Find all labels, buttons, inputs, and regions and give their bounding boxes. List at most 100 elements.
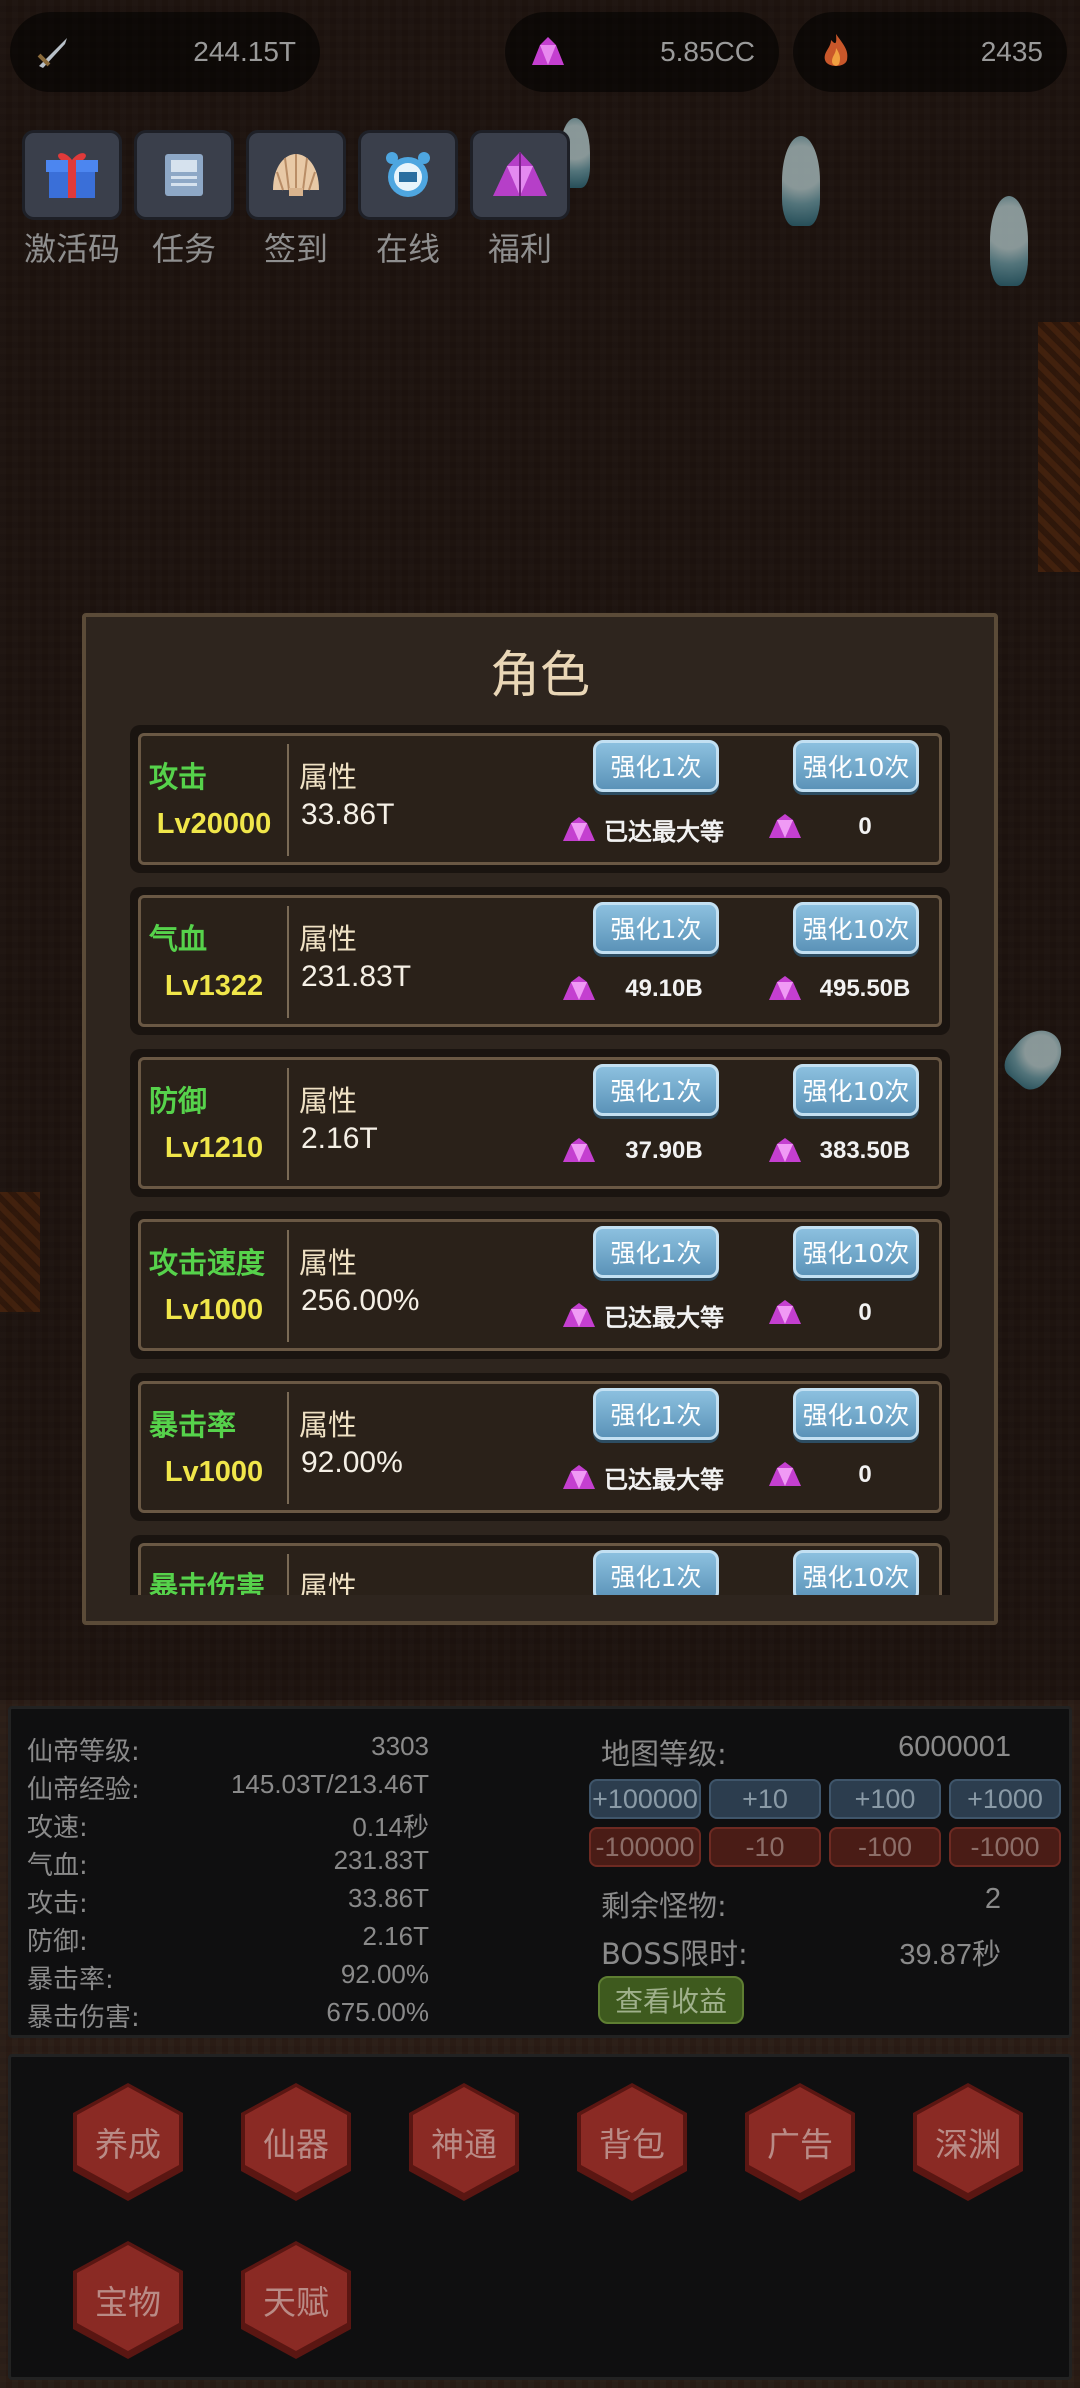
nav-cultivate-button[interactable]: 养成 [65, 2079, 191, 2205]
stat-value: 92.00% [340, 1959, 429, 1989]
checkin-button[interactable]: 签到 [246, 130, 346, 270]
nav-talent-button[interactable]: 天赋 [233, 2237, 359, 2363]
attribute-name: 攻击速度 [149, 1246, 266, 1280]
welfare-button[interactable]: 福利 [470, 130, 570, 270]
map-level-down-10-button[interactable]: -10 [709, 1827, 821, 1867]
upgrade-ten-button[interactable]: 强化10次 [793, 1064, 919, 1116]
shell-icon [246, 130, 346, 220]
upgrade-once-button[interactable]: 强化1次 [593, 740, 719, 792]
map-level-down-100000-button[interactable]: -100000 [589, 1827, 701, 1867]
upgrade-once-button[interactable]: 强化1次 [593, 1388, 719, 1440]
stat-label: 仙帝等级: [27, 1737, 140, 1767]
attribute-row-defense: 防御 Lv1210 属性 2.16T 强化1次 强化10次 37.90B 383… [130, 1049, 950, 1197]
map-level-up-100000-button[interactable]: +100000 [589, 1779, 701, 1819]
remaining-monsters-row: 剩余怪物: 2 [601, 1883, 1011, 1925]
stat-value: 231.83T [333, 1845, 429, 1875]
boss-timer-row: BOSS限时: 39.87秒 [601, 1931, 1011, 1973]
online-button[interactable]: 在线 [358, 130, 458, 270]
upgrade-ten-button[interactable]: 强化10次 [793, 740, 919, 792]
stat-row: 攻击: 33.86T [27, 1883, 429, 1920]
gem-icon [563, 1302, 595, 1327]
nav-label: 养成 [95, 2125, 161, 2164]
attribute-name: 暴击伤害 [149, 1570, 266, 1595]
nav-divine-power-button[interactable]: 神通 [401, 2079, 527, 2205]
upgrade-once-button[interactable]: 强化1次 [593, 1064, 719, 1116]
map-level-value: 6000001 [898, 1731, 1011, 1763]
stat-row: 仙帝经验: 145.03T/213.46T [27, 1769, 429, 1806]
map-level-up-10-button[interactable]: +10 [709, 1779, 821, 1819]
attack-power-value: 244.15T [193, 36, 296, 67]
upgrade-once-button[interactable]: 强化1次 [593, 1550, 719, 1595]
map-level-row: 地图等级: 6000001 [601, 1731, 1011, 1773]
divider [287, 1068, 289, 1180]
attribute-level: Lv1210 [164, 1132, 264, 1164]
stat-value: 2.16T [362, 1921, 430, 1951]
attribute-row-attack: 攻击 Lv20000 属性 33.86T 强化1次 强化10次 已达最大等 0 [130, 725, 950, 873]
bottom-navigation: 养成 仙器 神通 背包 广告 深渊 宝物 天赋 [8, 2054, 1072, 2380]
cost-value: 已达最大等 [604, 819, 724, 846]
cost-value: 49.10B [625, 975, 703, 1002]
nav-treasure-button[interactable]: 宝物 [65, 2237, 191, 2363]
stat-label: 攻速: [27, 1813, 88, 1843]
map-level-down-1000-button[interactable]: -1000 [949, 1827, 1061, 1867]
nav-abyss-button[interactable]: 深渊 [905, 2079, 1031, 2205]
upgrade-once-button[interactable]: 强化1次 [593, 1226, 719, 1278]
gift-icon [22, 130, 122, 220]
top-function-bar: 激活码 任务 签到 在线 福利 [22, 130, 570, 270]
cost-value: 0 [858, 1299, 872, 1326]
boss-timer-label: BOSS限时: [601, 1937, 748, 1971]
attribute-value: 2.16T [301, 1122, 378, 1155]
nav-artifact-button[interactable]: 仙器 [233, 2079, 359, 2205]
attribute-name: 攻击 [149, 760, 208, 794]
stat-value: 675.00% [326, 1997, 429, 2027]
view-earnings-button[interactable]: 查看收益 [598, 1976, 744, 2024]
map-level-up-1000-button[interactable]: +1000 [949, 1779, 1061, 1819]
stat-label: 气血: [27, 1851, 88, 1881]
map-level-up-100-button[interactable]: +100 [829, 1779, 941, 1819]
task-button[interactable]: 任务 [134, 130, 234, 270]
attribute-row-crit-damage: 暴击伤害 属性 强化1次 强化10次 [130, 1535, 950, 1595]
upgrade-once-button[interactable]: 强化1次 [593, 902, 719, 954]
nav-label: 神通 [431, 2125, 497, 2164]
cost-value: 37.90B [625, 1137, 703, 1164]
cost-value: 已达最大等 [604, 1305, 724, 1332]
gem-icon [769, 1300, 801, 1324]
upgrade-once-cost: 37.90B [561, 1136, 731, 1166]
attribute-name: 暴击率 [149, 1408, 237, 1442]
upgrade-ten-button[interactable]: 强化10次 [793, 1388, 919, 1440]
upgrade-ten-button[interactable]: 强化10次 [793, 902, 919, 954]
upgrade-once-cost: 已达最大等 [561, 812, 731, 847]
stat-label: 暴击伤害: [27, 2003, 140, 2033]
attribute-label: 属性 [299, 922, 358, 956]
boss-timer-value: 39.87秒 [899, 1939, 1001, 1971]
upgrade-ten-cost: 0 [767, 1460, 927, 1490]
attribute-value: 256.00% [301, 1284, 420, 1317]
nav-ad-button[interactable]: 广告 [737, 2079, 863, 2205]
gem-icon [563, 1138, 595, 1162]
nav-backpack-button[interactable]: 背包 [569, 2079, 695, 2205]
nav-label: 背包 [599, 2125, 665, 2164]
upgrade-ten-button[interactable]: 强化10次 [793, 1226, 919, 1278]
gem-value: 5.85CC [660, 36, 755, 67]
map-level-label: 地图等级: [601, 1737, 727, 1771]
activation-code-button[interactable]: 激活码 [22, 130, 122, 270]
attribute-value: 33.86T [301, 798, 395, 831]
gem-icon [563, 1464, 595, 1489]
attribute-list[interactable]: 攻击 Lv20000 属性 33.86T 强化1次 强化10次 已达最大等 0 … [130, 725, 950, 1595]
gem-icon [525, 29, 571, 75]
map-level-down-100-button[interactable]: -100 [829, 1827, 941, 1867]
stat-label: 仙帝经验: [27, 1775, 140, 1805]
attribute-level: Lv1000 [164, 1294, 264, 1326]
nav-label: 天赋 [263, 2283, 329, 2322]
upgrade-ten-button[interactable]: 强化10次 [793, 1550, 919, 1595]
upgrade-ten-cost: 383.50B [767, 1136, 927, 1166]
attribute-level: Lv1000 [164, 1456, 264, 1488]
upgrade-ten-cost: 0 [767, 812, 927, 842]
crystal-icon [470, 130, 570, 220]
stat-row: 防御: 2.16T [27, 1921, 429, 1958]
stat-row: 暴击率: 92.00% [27, 1959, 429, 1996]
cost-value: 383.50B [819, 1137, 911, 1164]
divider [287, 1554, 289, 1595]
resource-attack: 244.15T [10, 12, 320, 92]
stat-label: 攻击: [27, 1889, 88, 1919]
